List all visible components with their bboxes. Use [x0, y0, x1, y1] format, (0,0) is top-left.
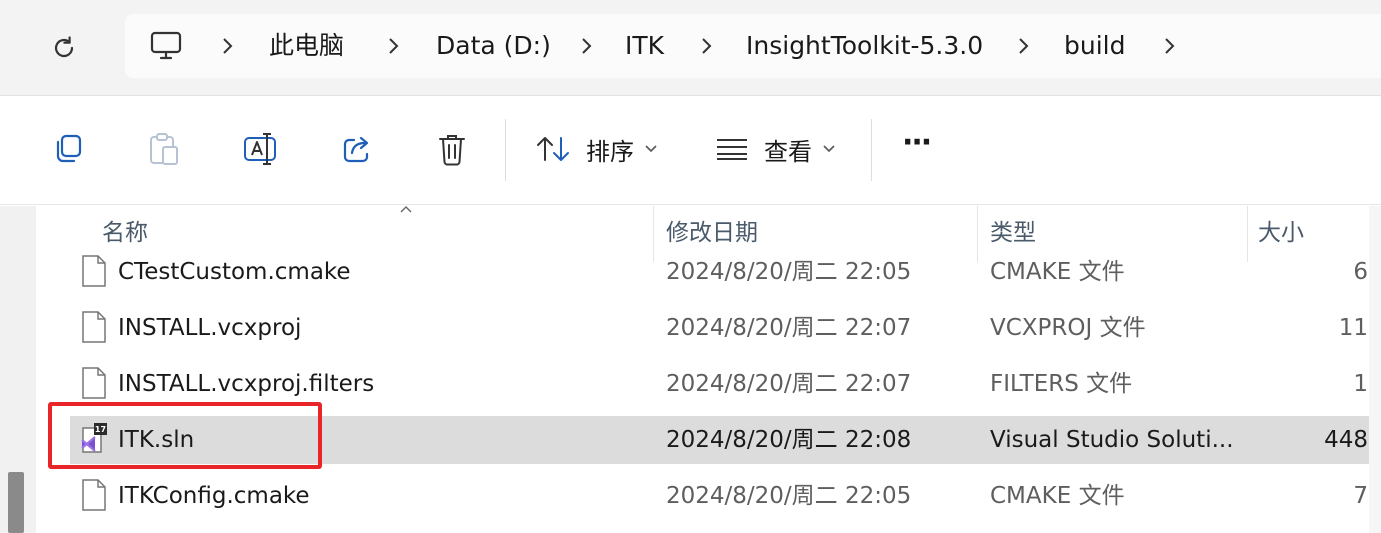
share-button[interactable] [341, 127, 373, 171]
file-size: 6 [1353, 259, 1368, 285]
breadcrumb-data-drive[interactable]: Data (D:) [436, 14, 551, 78]
file-modified-date: 2024/8/20/周二 22:07 [666, 315, 912, 341]
more-icon: ··· [902, 125, 932, 160]
file-list: 名称 修改日期 类型 大小 CTestCustom.cmake 2024/8/2… [0, 206, 1381, 533]
file-row[interactable]: INSTALL.vcxproj 2024/8/20/周二 22:07 VCXPR… [70, 304, 1381, 352]
file-row[interactable]: ITKConfig.cmake 2024/8/20/周二 22:05 CMAKE… [70, 472, 1381, 520]
view-list-icon [717, 139, 747, 160]
delete-button[interactable] [437, 127, 467, 171]
scrollbar-thumb[interactable] [8, 472, 24, 533]
chevron-right-icon[interactable] [1157, 34, 1181, 58]
breadcrumb-itk[interactable]: ITK [625, 14, 664, 78]
breadcrumb-insighttoolkit[interactable]: InsightToolkit-5.3.0 [746, 14, 983, 78]
file-type: VCXPROJ 文件 [990, 315, 1146, 341]
file-size: 448 [1324, 427, 1368, 453]
chevron-right-icon[interactable] [574, 34, 598, 58]
file-icon [82, 479, 106, 511]
file-name: ITKConfig.cmake [118, 483, 310, 509]
file-type: CMAKE 文件 [990, 483, 1125, 509]
toolbar-divider [871, 119, 872, 181]
file-row[interactable]: CTestCustom.cmake 2024/8/20/周二 22:05 CMA… [70, 248, 1381, 296]
file-name: INSTALL.vcxproj.filters [118, 371, 375, 397]
breadcrumb[interactable]: 此电脑 Data (D:) ITK InsightToolkit-5.3.0 b… [125, 14, 1381, 78]
chevron-down-icon [823, 145, 835, 153]
file-modified-date: 2024/8/20/周二 22:07 [666, 371, 912, 397]
sort-ascending-icon [400, 206, 412, 213]
file-type: CMAKE 文件 [990, 259, 1125, 285]
chevron-right-icon[interactable] [381, 34, 405, 58]
sort-label: 排序 [586, 137, 634, 166]
file-icon [82, 367, 106, 399]
sort-button[interactable]: 排序 [536, 127, 658, 171]
file-size: 7 [1353, 483, 1368, 509]
copy-icon [56, 134, 82, 163]
refresh-icon [54, 36, 74, 58]
file-type: FILTERS 文件 [990, 371, 1133, 397]
address-region: 此电脑 Data (D:) ITK InsightToolkit-5.3.0 b… [0, 0, 1381, 96]
chevron-right-icon[interactable] [1011, 34, 1035, 58]
refresh-button[interactable] [44, 28, 84, 68]
toolbar-divider [505, 119, 506, 181]
navigation-pane-scrollbar[interactable] [0, 206, 36, 533]
view-button[interactable]: 查看 [716, 127, 836, 171]
view-label: 查看 [764, 137, 812, 166]
file-modified-date: 2024/8/20/周二 22:05 [666, 483, 912, 509]
chevron-right-icon[interactable] [215, 34, 239, 58]
breadcrumb-this-pc[interactable]: 此电脑 [269, 14, 344, 78]
file-name: INSTALL.vcxproj [118, 315, 302, 341]
sort-icon [537, 137, 569, 161]
vertical-scrollbar[interactable] [1369, 206, 1381, 533]
annotation-highlight-box [48, 402, 322, 469]
chevron-down-icon [645, 145, 657, 153]
rename-button[interactable] [243, 127, 279, 171]
file-modified-date: 2024/8/20/周二 22:05 [666, 259, 912, 285]
copy-button[interactable] [52, 127, 84, 171]
paste-button[interactable] [148, 127, 180, 171]
share-icon [343, 136, 369, 163]
paste-icon [150, 133, 178, 165]
file-type: Visual Studio Soluti... [990, 427, 1234, 453]
file-size: 11 [1338, 315, 1368, 341]
file-name: CTestCustom.cmake [118, 259, 351, 285]
computer-icon [150, 31, 182, 60]
more-options-button[interactable]: ··· [902, 125, 932, 171]
chevron-right-icon[interactable] [694, 34, 718, 58]
command-toolbar: 排序 查看 ··· [0, 97, 1381, 205]
file-row[interactable]: INSTALL.vcxproj.filters 2024/8/20/周二 22:… [70, 360, 1381, 408]
file-icon [82, 255, 106, 287]
file-modified-date: 2024/8/20/周二 22:08 [666, 427, 912, 453]
rename-icon [244, 133, 276, 165]
breadcrumb-build[interactable]: build [1064, 14, 1125, 78]
file-size: 1 [1353, 371, 1368, 397]
file-icon [82, 311, 106, 343]
delete-icon [439, 135, 465, 166]
